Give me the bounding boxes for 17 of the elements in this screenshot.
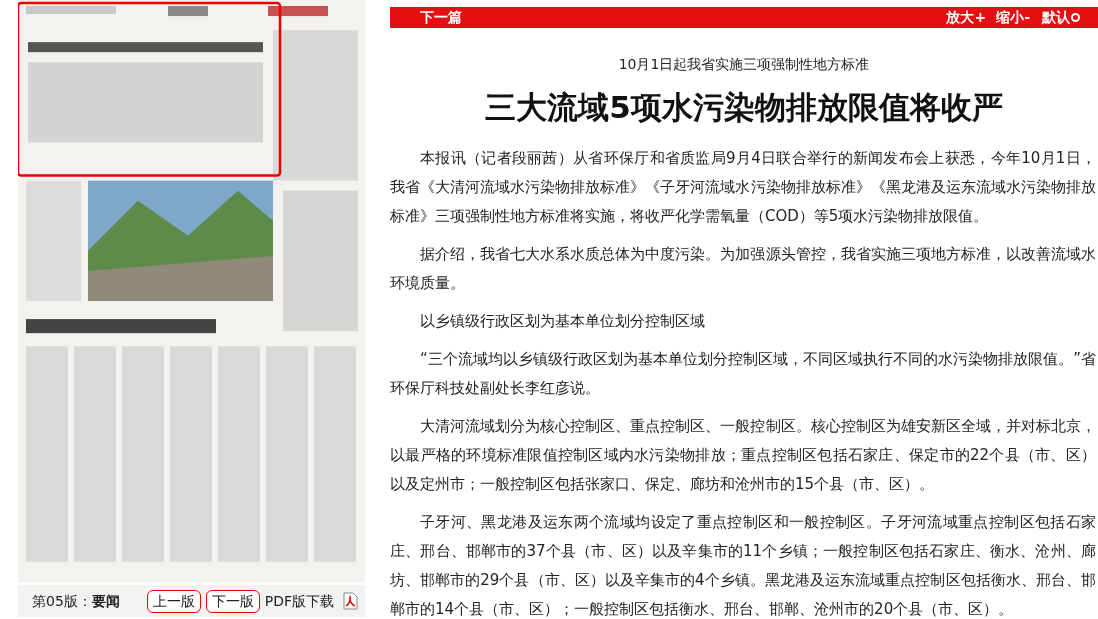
article-paragraph: 据介绍，我省七大水系水质总体为中度污染。为加强源头管控，我省实施三项地方标准，以改善流域水环境质量。 [390, 244, 1096, 294]
next-edition-link[interactable]: 下一版 [205, 589, 260, 613]
reset-size-link[interactable]: 默认 [1042, 7, 1080, 28]
article-title: 三大流域5项水污染物排放限值将收严 [484, 88, 1004, 127]
article-paragraph: 以乡镇级行政区划为基本单位划分控制区域 [419, 311, 706, 332]
article-subtitle: 10月1日起我省实施三项强制性地方标准 [617, 55, 871, 74]
article-paragraph: 子牙河、黑龙港及运东两个流域均设定了重点控制区和一般控制区。子牙河流域重点控制区包括石家庄、邢台、邯郸市的37个县（市、区）以及辛集市的11个乡镇；一般控制区包括石家庄、衡水、沧州、廊坊、邯郸市的29个县（市、区）以及辛集市的4个乡镇。黑龙港及运东流域重点控制区包括衡水、邢台、邯郸市的14个县（市、区）；一般控制区包括衡水、邢台、邯郸、沧州市的20个县（市、区）。 [390, 512, 1096, 619]
edition-label: 第05版：要闻 [32, 591, 120, 611]
article-paragraph: “三个流域均以乡镇级行政区划为基本单位划分控制区域，不同区域执行不同的水污染物排放限值。”省环保厅科技处副处长李红彦说。 [390, 349, 1096, 399]
previous-edition-link[interactable]: 上一版 [146, 589, 201, 613]
pdf-icon[interactable] [342, 592, 359, 610]
zoom-out-link[interactable]: 缩小- [996, 7, 1030, 28]
pdf-download-link[interactable]: PDF版下载 [264, 590, 335, 612]
next-article-link[interactable]: 下一篇 [420, 7, 462, 28]
article-paragraph: 本报讯（记者段丽茜）从省环保厅和省质监局9月4日联合举行的新闻发布会上获悉，今年10月1日，我省《大清河流域水污染物排放标准》《子牙河流域水污染物排放标准》《黑龙港及运东流域水污染物排放标准》三项强制性地方标准将实施，将收严化学需氧量（COD）等5项水污染物排放限值。 [390, 148, 1096, 227]
zoom-in-link[interactable]: 放大+ [946, 7, 987, 28]
article-paragraph: 大清河流域划分为核心控制区、重点控制区、一般控制区。核心控制区为雄安新区全域，并对标北京，以最严格的环境标准限值控制区域内水污染物排放；重点控制区包括石家庄、保定市的22个县（市、区）以及定州市；一般控制区包括张家口、保定、廊坊和沧州市的15个县（市、区）。 [390, 416, 1096, 495]
